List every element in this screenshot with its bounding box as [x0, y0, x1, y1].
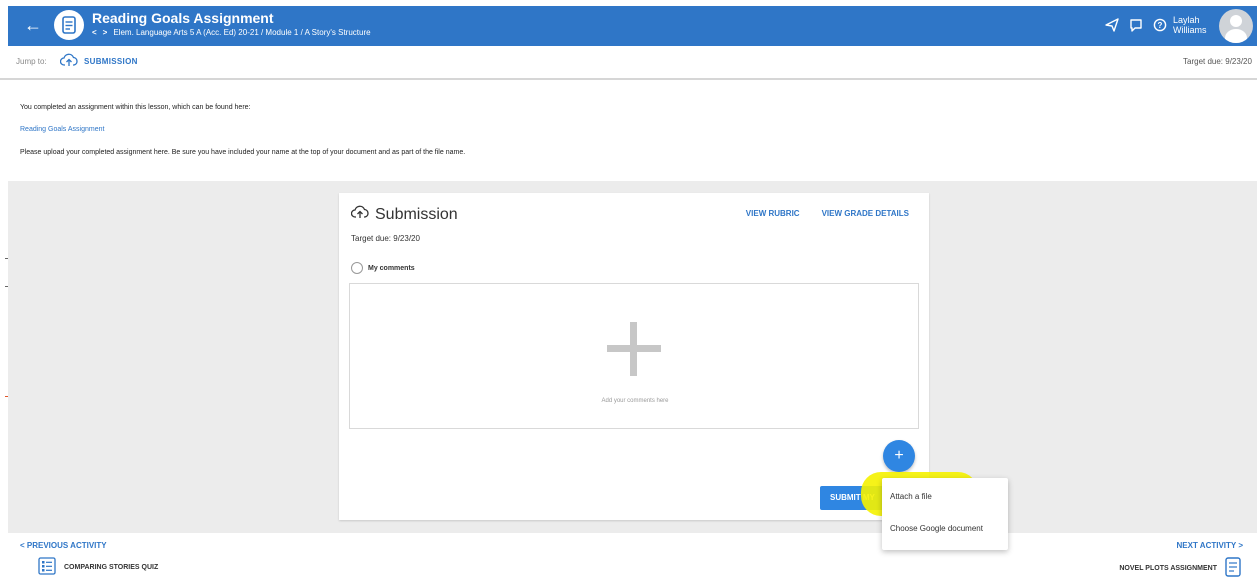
submission-card: Submission VIEW RUBRIC VIEW GRADE DETAIL…	[339, 193, 929, 520]
next-activity-link[interactable]: NEXT ACTIVITY >	[1177, 541, 1243, 550]
comments-header: My comments	[351, 262, 415, 274]
user-avatar-icon[interactable]	[1219, 9, 1253, 43]
assignment-icon	[1225, 557, 1241, 579]
comment-icon[interactable]	[1127, 16, 1145, 34]
submission-title: Submission	[350, 205, 458, 224]
previous-activity-title: COMPARING STORIES QUIZ	[64, 563, 159, 571]
breadcrumb: < > Elem. Language Arts 5 A (Acc. Ed) 20-2…	[92, 28, 371, 37]
help-icon[interactable]: ?	[1151, 16, 1169, 34]
upload-cloud-icon[interactable]	[59, 53, 78, 72]
jump-submission-link[interactable]: SUBMISSION	[84, 57, 138, 66]
back-arrow-icon[interactable]: ←	[24, 15, 42, 35]
intro-text: You completed an assignment within this …	[20, 104, 251, 111]
user-avatar-icon	[351, 262, 363, 274]
jump-bar: Jump to: SUBMISSION Target due: 9/23/20	[0, 46, 1257, 80]
comments-label: My comments	[368, 264, 415, 272]
plus-bar-vertical	[630, 322, 637, 376]
target-due-header: Target due: 9/23/20	[1183, 57, 1252, 66]
assignment-link[interactable]: Reading Goals Assignment	[20, 126, 104, 133]
attach-file-option[interactable]: Attach a file	[890, 492, 932, 501]
comments-placeholder: Add your comments here	[601, 398, 669, 404]
user-first-name: Laylah	[1173, 15, 1200, 25]
instructions-text: Please upload your completed assignment …	[20, 149, 466, 156]
next-activity-title: NOVEL PLOTS ASSIGNMENT	[1119, 564, 1217, 572]
submission-title-text: Submission	[375, 205, 458, 223]
send-icon[interactable]	[1103, 16, 1121, 34]
card-links: VIEW RUBRIC VIEW GRADE DETAILS	[746, 209, 909, 218]
add-attachment-button[interactable]: +	[883, 440, 915, 472]
breadcrumb-prev-icon[interactable]: <	[92, 28, 97, 37]
previous-activity-link[interactable]: < PREVIOUS ACTIVITY	[20, 541, 107, 550]
avatar-body	[1225, 29, 1247, 43]
choose-google-doc-option[interactable]: Choose Google document	[890, 524, 983, 533]
target-due: Target due: 9/23/20	[351, 234, 420, 243]
page-title: Reading Goals Assignment	[92, 10, 274, 26]
avatar-head	[1230, 15, 1242, 27]
breadcrumb-next-icon[interactable]: >	[103, 28, 108, 37]
header-actions: ?	[1103, 16, 1169, 34]
assignment-icon	[54, 10, 84, 40]
user-last-name: Williams	[1173, 25, 1207, 35]
view-rubric-link[interactable]: VIEW RUBRIC	[746, 209, 800, 218]
comments-input[interactable]: Add your comments here	[349, 283, 919, 429]
app-header: ← Reading Goals Assignment < > Elem. Langu…	[8, 6, 1257, 46]
user-name[interactable]: Laylah Williams	[1173, 15, 1211, 35]
view-grade-details-link[interactable]: VIEW GRADE DETAILS	[822, 209, 909, 218]
next-activity-item[interactable]: NOVEL PLOTS ASSIGNMENT	[1119, 557, 1241, 579]
upload-cloud-icon	[350, 205, 369, 224]
jump-label: Jump to:	[16, 57, 47, 66]
previous-activity-item[interactable]: COMPARING STORIES QUIZ	[38, 557, 158, 577]
attach-menu: Attach a file Choose Google document	[882, 478, 1008, 550]
quiz-list-icon	[38, 557, 56, 577]
breadcrumb-path[interactable]: Elem. Language Arts 5 A (Acc. Ed) 20-21 …	[113, 28, 370, 37]
add-comment-plus-icon[interactable]	[607, 322, 661, 376]
svg-text:?: ?	[1158, 21, 1163, 30]
